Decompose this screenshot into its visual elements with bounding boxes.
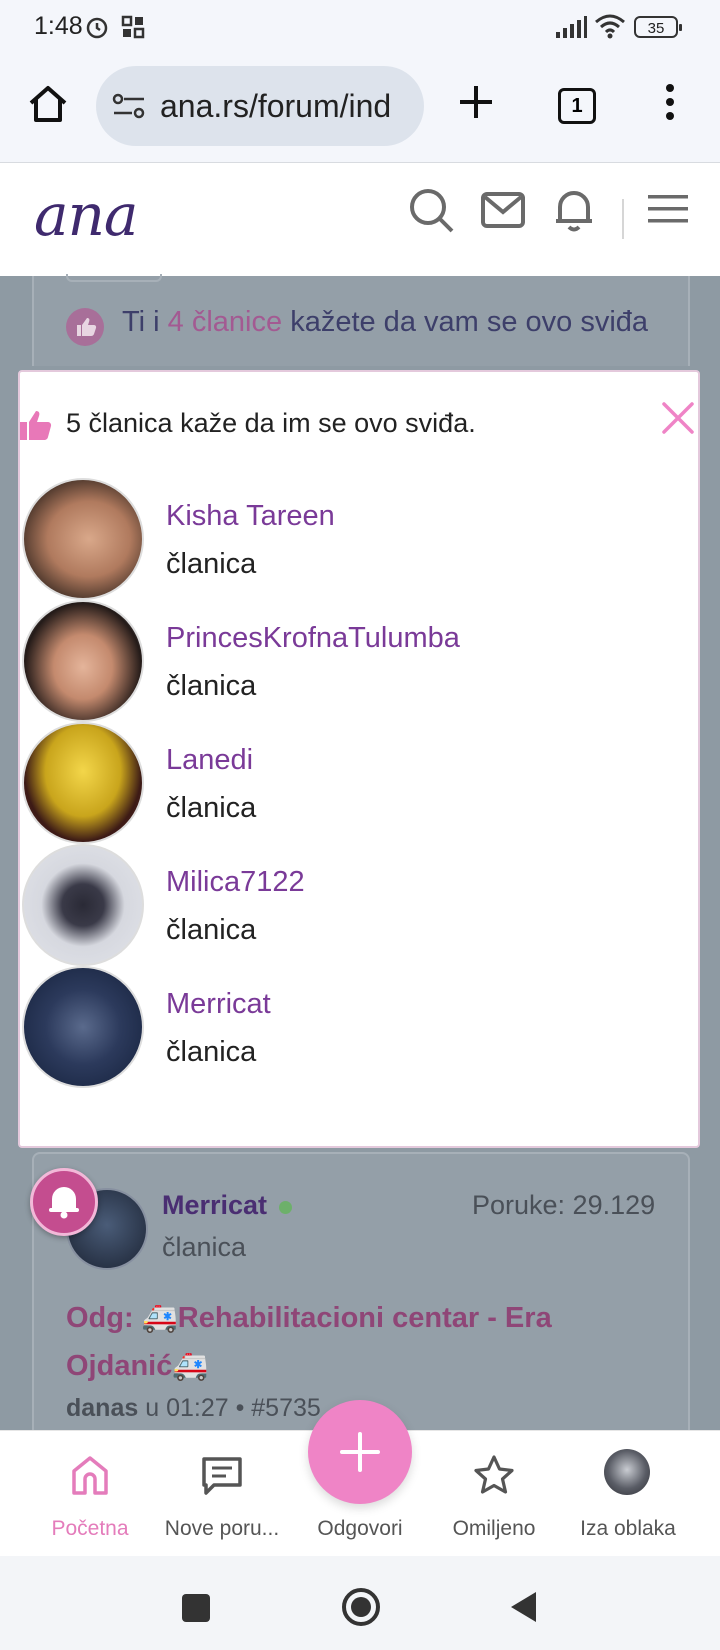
site-settings-icon[interactable] [112, 92, 146, 120]
alarm-icon [86, 17, 108, 39]
system-navigation-bar [0, 1556, 720, 1650]
close-icon[interactable] [658, 398, 698, 438]
site-header: ana [0, 163, 720, 276]
chat-icon [202, 1457, 242, 1495]
site-logo[interactable]: ana [34, 181, 139, 249]
member-role: članica [166, 914, 257, 946]
like-members-link[interactable]: 4 članice [168, 306, 282, 338]
member-role: članica [166, 1036, 257, 1068]
member-role: članica [166, 792, 257, 824]
new-tab-icon[interactable] [456, 82, 496, 122]
status-time: 1:48 [34, 12, 83, 40]
likes-modal: 5 članica kaže da im se ovo sviđa. Kisha… [18, 370, 700, 1148]
more-menu-icon[interactable] [660, 82, 680, 126]
search-icon[interactable] [408, 187, 456, 235]
plus-icon [340, 1432, 380, 1472]
nav-backstage[interactable]: Iza oblaka [556, 1431, 700, 1557]
hamburger-menu-icon[interactable] [646, 191, 690, 227]
notification-fab[interactable] [30, 1168, 98, 1236]
signal-icon [556, 16, 587, 38]
notification-bell-icon [49, 1187, 79, 1219]
post-author-role: članica [162, 1232, 247, 1262]
online-status-dot [279, 1201, 292, 1214]
post-meta: danas u 01:27 • #5735 [66, 1394, 321, 1423]
recents-button[interactable] [182, 1594, 210, 1622]
address-bar[interactable]: ana.rs/forum/ind [96, 66, 424, 146]
member-role: članica [166, 670, 257, 702]
like-suffix: kažete da vam se ovo sviđa [290, 306, 649, 338]
member-avatar[interactable] [22, 844, 144, 966]
url-text[interactable]: ana.rs/forum/ind [160, 88, 391, 125]
member-role: članica [166, 548, 257, 580]
member-item[interactable]: Kisha Tareen članica [22, 478, 662, 602]
reply-fab-button[interactable] [308, 1400, 412, 1504]
star-icon [474, 1455, 514, 1494]
header-divider [622, 199, 624, 239]
thumbs-up-icon [20, 411, 52, 440]
post-title-line2: Ojdanić🚑 [66, 1350, 209, 1382]
member-avatar[interactable] [22, 722, 144, 844]
member-name[interactable]: Lanedi [166, 744, 253, 777]
like-badge-icon [66, 308, 104, 346]
member-name[interactable]: PrincesKrofnaTulumba [166, 622, 460, 655]
background-like-summary: Ti i 4 članice kažete da vam se ovo sviđ… [122, 306, 648, 339]
member-avatar[interactable] [22, 478, 144, 600]
nav-favorites-label: Omiljeno [452, 1517, 536, 1540]
nav-home-label: Početna [51, 1517, 129, 1540]
bell-icon[interactable] [552, 185, 596, 233]
nav-new-posts-label: Nove poru... [164, 1517, 280, 1540]
like-prefix: Ti i [122, 306, 160, 338]
member-name[interactable]: Kisha Tareen [166, 500, 335, 533]
member-item[interactable]: Milica7122 članica [22, 844, 662, 968]
nav-home[interactable]: Početna [18, 1431, 162, 1557]
browser-toolbar: ana.rs/forum/ind 1 [0, 56, 720, 163]
post-meta-day: danas [66, 1394, 139, 1422]
member-name[interactable]: Milica7122 [166, 866, 305, 899]
messages-icon[interactable] [480, 191, 526, 229]
nav-backstage-label: Iza oblaka [580, 1517, 676, 1540]
user-avatar [604, 1449, 650, 1495]
post-title[interactable]: Odg: 🚑Rehabilitacioni centar - Era Ojdan… [66, 1294, 552, 1390]
tab-switcher-button[interactable]: 1 [558, 88, 596, 124]
member-item[interactable]: Lanedi članica [22, 722, 662, 846]
post-number[interactable]: #5735 [251, 1394, 321, 1422]
status-bar: 1:48 35 [0, 0, 720, 56]
battery-indicator: 35 [634, 16, 682, 38]
wifi-icon [595, 14, 625, 39]
post-meta-time: u 01:27 • [145, 1394, 245, 1422]
nav-new-posts[interactable]: Nove poru... [150, 1431, 294, 1557]
post-title-line1: Odg: 🚑Rehabilitacioni centar - Era [66, 1302, 552, 1334]
post-count: Poruke: 29.129 [472, 1190, 656, 1220]
member-avatar[interactable] [22, 966, 144, 1088]
home-circle-button[interactable] [340, 1586, 382, 1628]
back-button[interactable] [508, 1590, 538, 1624]
home-icon[interactable] [26, 82, 70, 126]
nav-favorites[interactable]: Omiljeno [422, 1431, 566, 1557]
home-nav-icon [72, 1456, 108, 1495]
modal-title: 5 članica kaže da im se ovo sviđa. [66, 408, 476, 438]
member-item[interactable]: Merricat članica [22, 966, 662, 1090]
apps-icon [121, 15, 145, 39]
member-name[interactable]: Merricat [166, 988, 271, 1021]
post-author-name[interactable]: Merricat [162, 1190, 267, 1221]
member-avatar[interactable] [22, 600, 144, 722]
member-item[interactable]: PrincesKrofnaTulumba članica [22, 600, 662, 724]
nav-reply-label: Odgovori [317, 1517, 403, 1540]
